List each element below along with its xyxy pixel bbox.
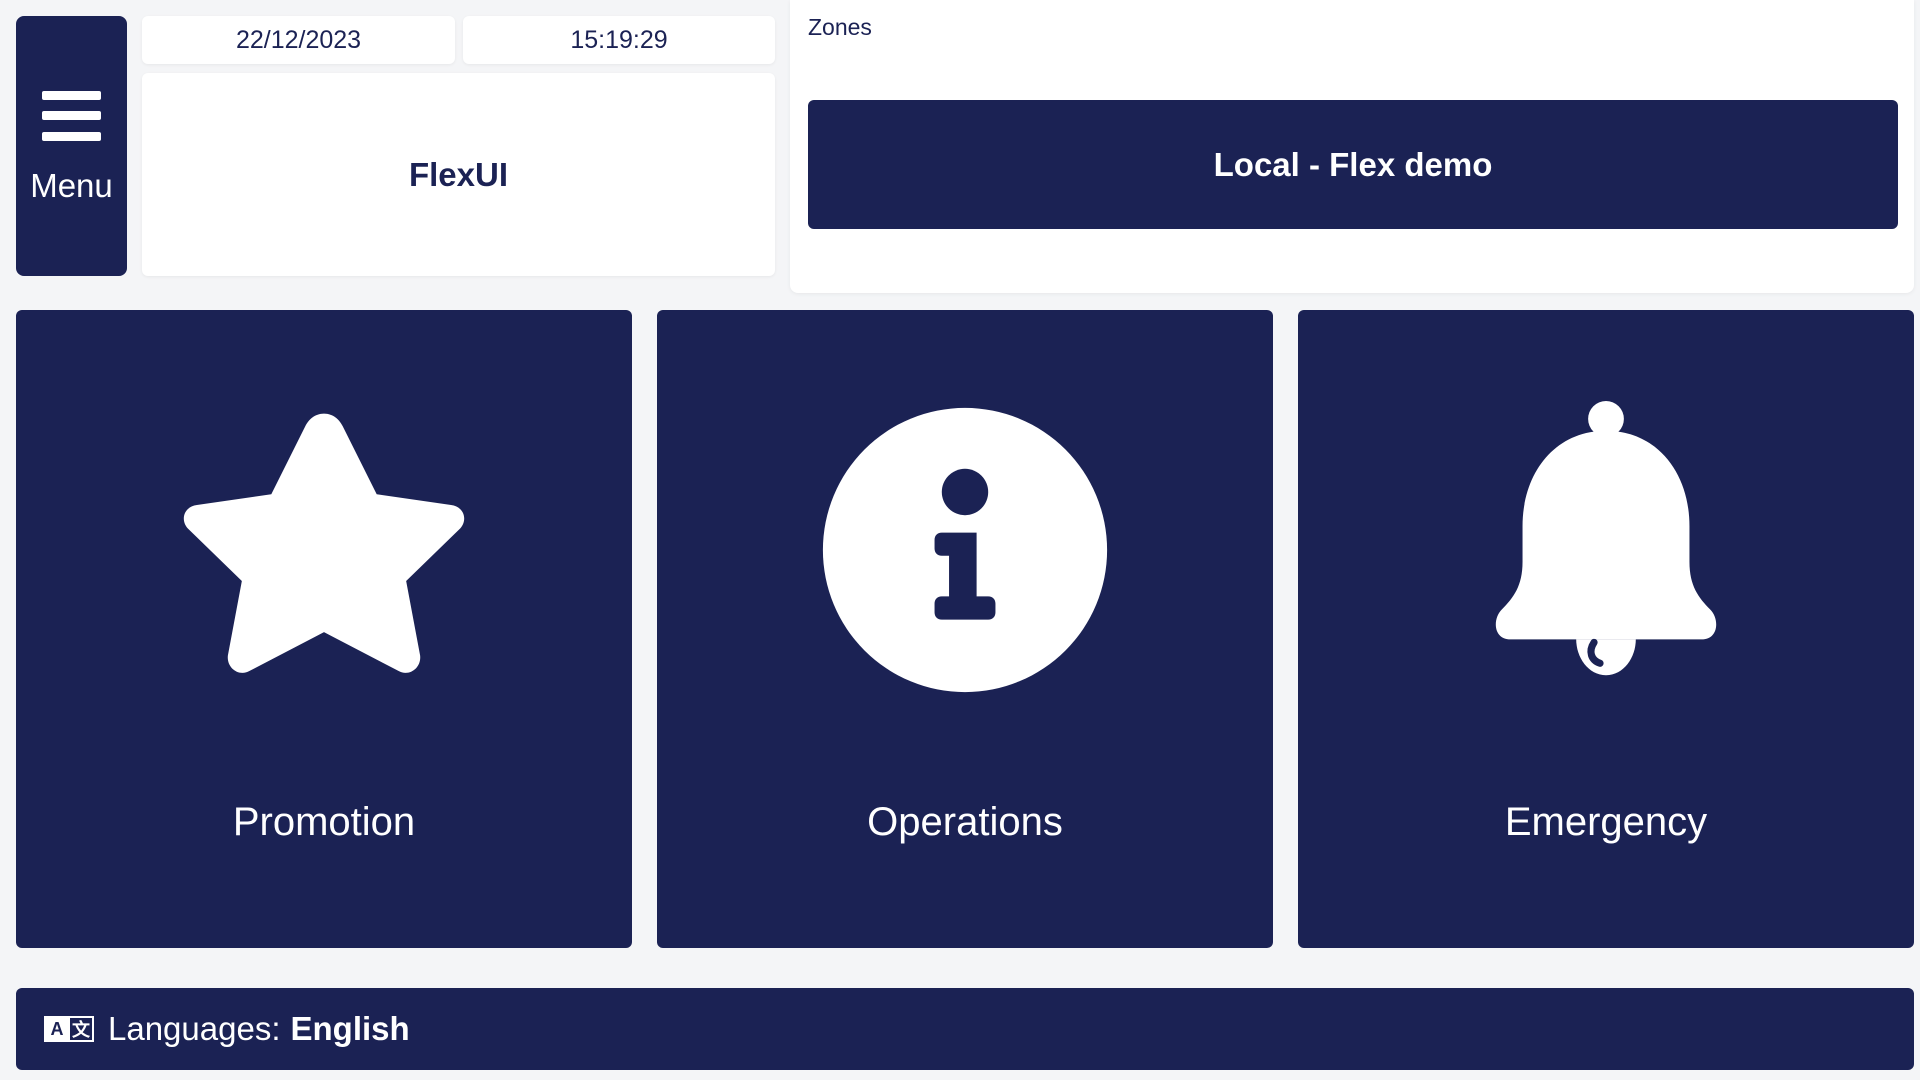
promotion-tile[interactable]: Promotion [16, 310, 632, 948]
menu-label: Menu [30, 166, 113, 204]
translate-icon: A文 [44, 1016, 94, 1042]
emergency-label: Emergency [1504, 800, 1708, 844]
app-root: Menu 22/12/2023 15:19:29 FlexUI Zones Lo… [0, 0, 1920, 1080]
menu-button[interactable]: Menu [16, 16, 127, 276]
language-prefix: Languages: [108, 1010, 281, 1047]
bell-icon [1495, 400, 1717, 676]
operations-label: Operations [867, 800, 1063, 844]
time-display: 15:19:29 [463, 16, 775, 64]
promotion-label: Promotion [232, 800, 416, 844]
date-display: 22/12/2023 [142, 16, 455, 64]
hamburger-icon [42, 90, 101, 141]
zones-panel: Zones Local - Flex demo [790, 0, 1914, 293]
language-value: English [290, 1010, 410, 1047]
app-title: FlexUI [142, 73, 775, 276]
zone-select-button[interactable]: Local - Flex demo [808, 100, 1898, 229]
star-icon [183, 413, 465, 673]
info-icon [822, 407, 1108, 693]
zones-label: Zones [808, 14, 872, 40]
language-selector[interactable]: A文 Languages: English [16, 988, 1914, 1070]
operations-tile[interactable]: Operations [657, 310, 1273, 948]
emergency-tile[interactable]: Emergency [1298, 310, 1914, 948]
